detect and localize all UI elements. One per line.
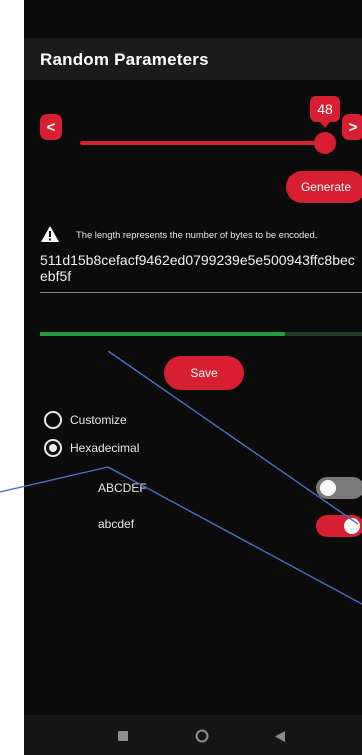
page-title: Random Parameters xyxy=(40,50,209,69)
toggle-lowercase-switch[interactable] xyxy=(316,515,362,537)
switch-knob xyxy=(344,518,360,534)
radio-hexadecimal[interactable]: Hexadecimal xyxy=(44,437,244,459)
radio-customize-label: Customize xyxy=(70,413,127,427)
slider-value-label: 48 xyxy=(310,96,340,128)
home-icon[interactable] xyxy=(195,729,209,743)
toggle-uppercase-label: ABCDEF xyxy=(98,481,147,495)
length-notice: The length represents the number of byte… xyxy=(40,225,362,245)
progress-fill xyxy=(40,332,285,336)
system-nav-bar xyxy=(24,715,362,755)
chevron-left-icon: < xyxy=(46,118,56,136)
increment-button[interactable]: > xyxy=(342,114,362,140)
length-slider-thumb[interactable] xyxy=(314,132,336,154)
toggle-lowercase-label: abcdef xyxy=(98,517,135,531)
radio-customize[interactable]: Customize xyxy=(44,409,244,431)
toggle-uppercase-switch[interactable] xyxy=(316,477,362,499)
app-bar: Random Parameters xyxy=(24,38,362,80)
back-icon[interactable] xyxy=(275,731,285,742)
radio-customize-indicator[interactable] xyxy=(44,411,62,429)
radio-hexadecimal-label: Hexadecimal xyxy=(70,441,140,455)
output-underline xyxy=(40,292,362,293)
warning-icon xyxy=(41,226,59,242)
generate-button[interactable]: Generate xyxy=(286,171,362,203)
recents-icon[interactable] xyxy=(118,731,128,741)
switch-knob xyxy=(320,480,336,496)
chevron-right-icon: > xyxy=(348,118,358,136)
phone-screen: Random Parameters < 48 > Generate The le… xyxy=(24,0,362,755)
notice-text: The length represents the number of byte… xyxy=(76,229,318,240)
radio-hexadecimal-indicator[interactable] xyxy=(44,439,62,457)
output-field[interactable]: 511d15b8cefacf9462ed0799239e5e500943ffc8… xyxy=(40,252,358,284)
main-content: < 48 > Generate The length represents th… xyxy=(24,80,362,715)
status-bar xyxy=(24,0,362,38)
length-slider-track[interactable] xyxy=(80,141,326,145)
decrement-button[interactable]: < xyxy=(40,114,62,140)
save-button[interactable]: Save xyxy=(164,356,244,390)
progress-bar xyxy=(40,332,362,336)
